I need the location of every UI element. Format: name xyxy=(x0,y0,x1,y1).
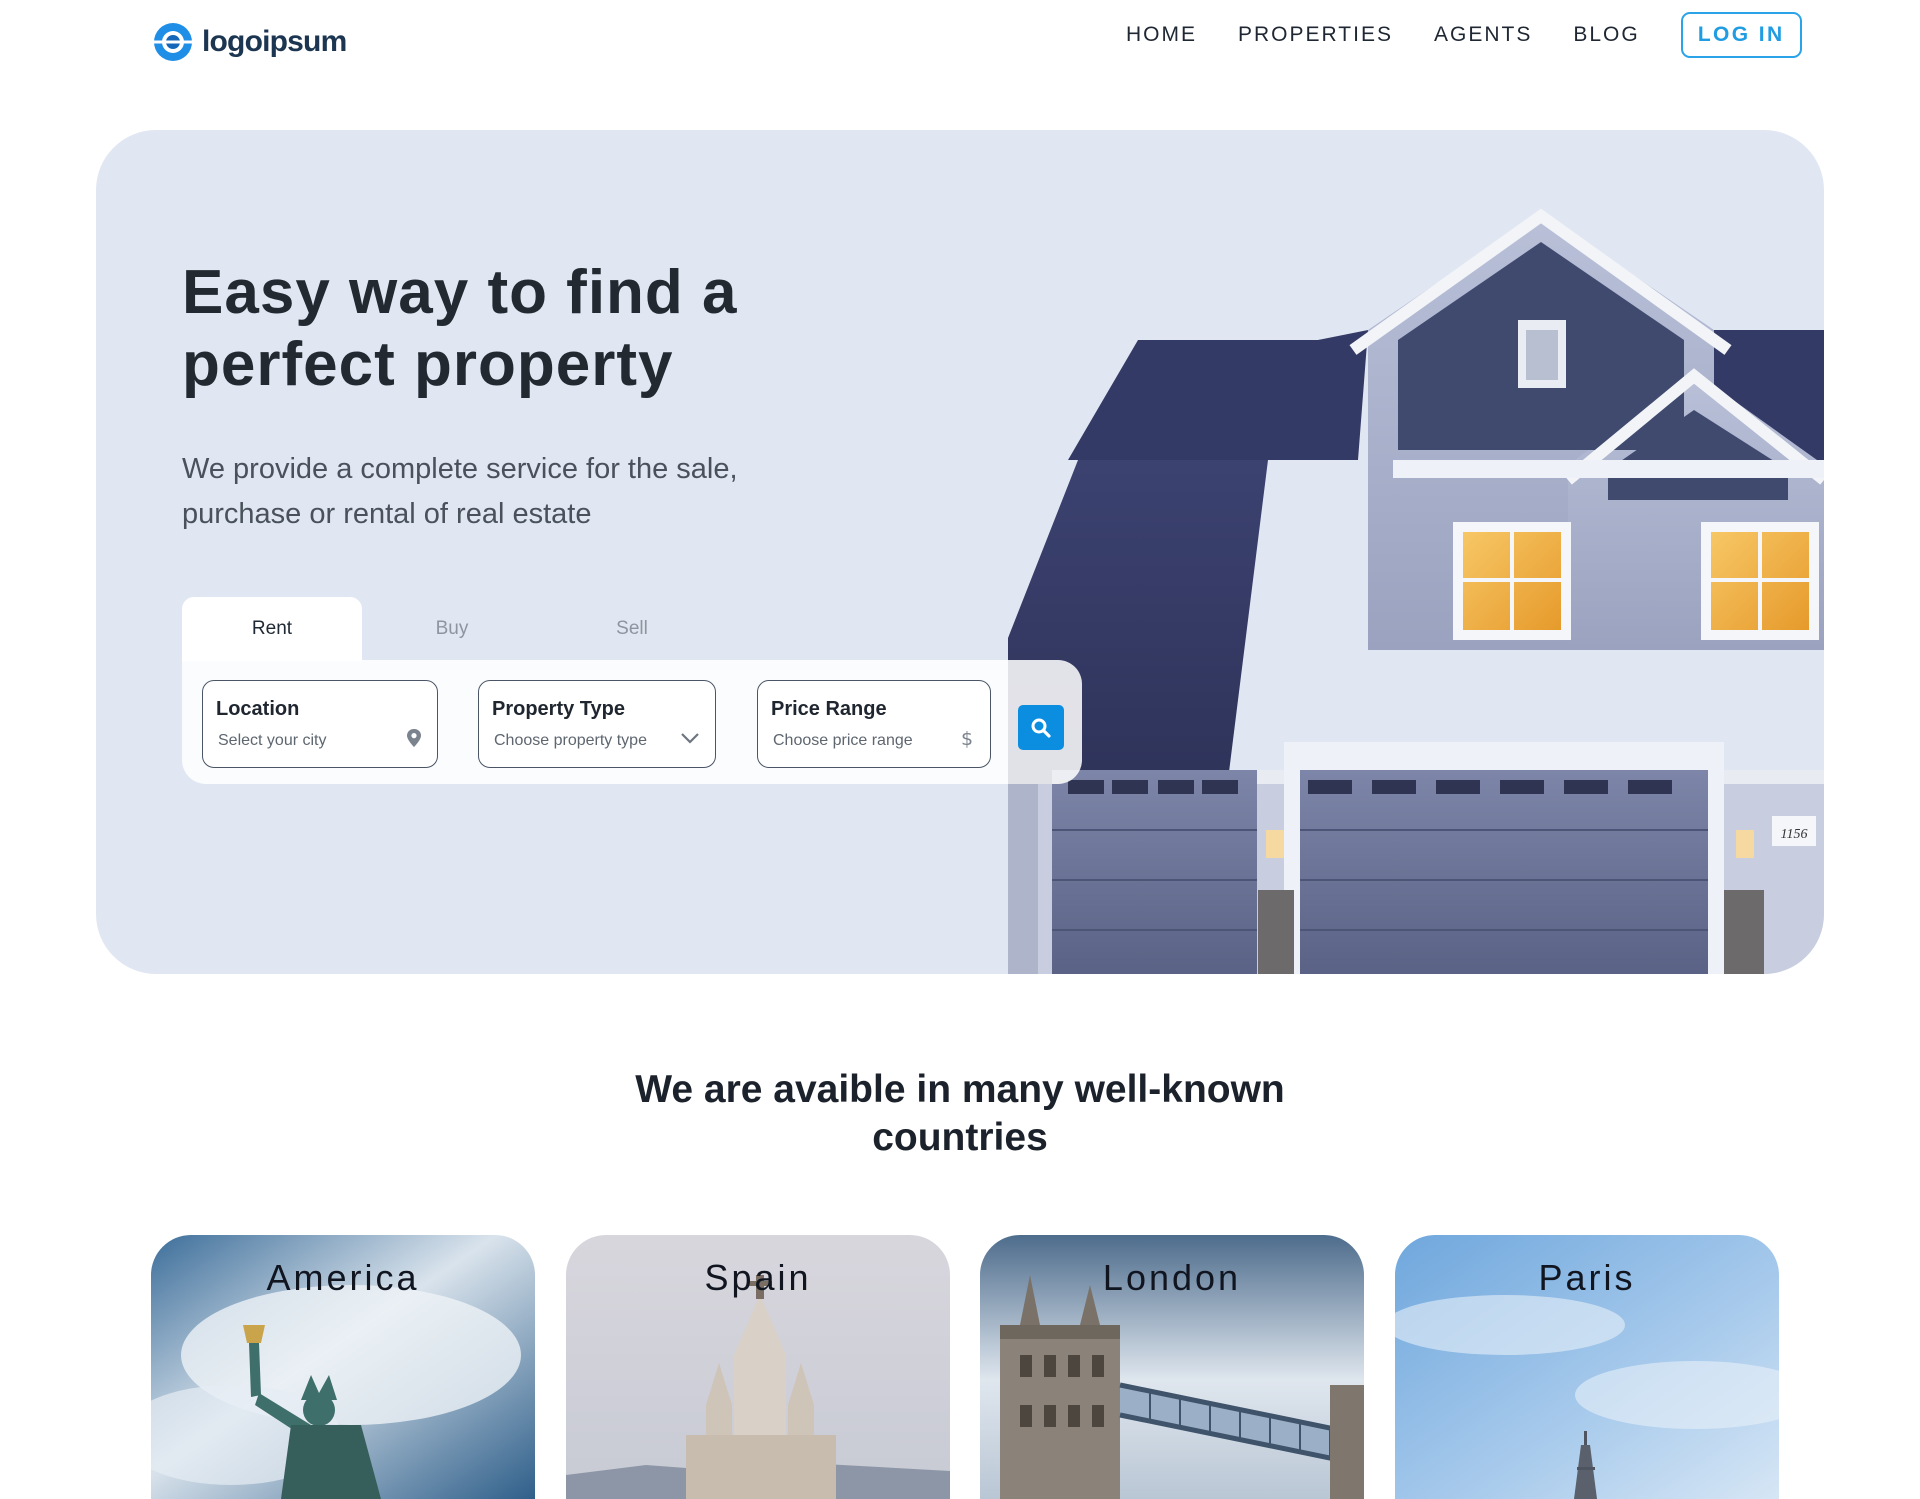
property-type-placeholder: Choose property type xyxy=(494,732,647,749)
search-icon xyxy=(1031,718,1051,738)
dollar-icon: $ xyxy=(961,728,973,749)
country-card-paris[interactable]: Paris xyxy=(1395,1235,1779,1499)
hero-title: Easy way to find a perfect property xyxy=(182,258,738,399)
country-name: London xyxy=(1102,1257,1242,1298)
nav-blog[interactable]: BLOG xyxy=(1573,12,1639,58)
property-type-label: Property Type xyxy=(492,698,625,720)
countries-title: We are avaible in many well-known countr… xyxy=(635,1068,1285,1159)
location-label: Location xyxy=(216,698,300,720)
nav-home[interactable]: HOME xyxy=(1126,12,1197,58)
price-range-placeholder: Choose price range xyxy=(773,732,913,749)
map-pin-icon xyxy=(407,729,421,747)
house-image: 1156 xyxy=(1008,208,1824,974)
search-panel: Location Select your city Property Type … xyxy=(182,660,1082,784)
svg-text:$: $ xyxy=(961,728,973,749)
nav-agents[interactable]: AGENTS xyxy=(1434,12,1532,58)
property-type-field[interactable]: Property Type Choose property type xyxy=(478,680,716,768)
location-field[interactable]: Location Select your city xyxy=(202,680,438,768)
tab-buy[interactable]: Buy xyxy=(362,597,542,661)
site-header: logoipsum HOME PROPERTIES AGENTS BLOG LO… xyxy=(0,0,1920,90)
country-card-london[interactable]: London xyxy=(980,1235,1364,1499)
tab-sell[interactable]: Sell xyxy=(542,597,722,661)
search-tabs: Rent Buy Sell xyxy=(182,597,722,661)
logo[interactable]: logoipsum xyxy=(152,21,347,63)
hero-subtitle: We provide a complete service for the sa… xyxy=(182,453,738,530)
country-card-america[interactable]: America xyxy=(151,1235,535,1499)
login-button[interactable]: LOG IN xyxy=(1680,12,1802,58)
nav-properties[interactable]: PROPERTIES xyxy=(1238,12,1393,58)
country-name: America xyxy=(266,1257,420,1298)
location-placeholder: Select your city xyxy=(218,732,327,749)
country-name: Paris xyxy=(1538,1257,1636,1298)
logo-text: logoipsum xyxy=(202,25,347,58)
price-range-label: Price Range xyxy=(771,698,887,720)
country-card-spain[interactable]: Spain xyxy=(566,1235,950,1499)
price-range-field[interactable]: Price Range Choose price range $ xyxy=(757,680,991,768)
country-name: Spain xyxy=(704,1257,812,1298)
tab-rent[interactable]: Rent xyxy=(182,597,362,661)
house-number: 1156 xyxy=(1781,827,1808,842)
main-nav: HOME PROPERTIES AGENTS BLOG LOG IN xyxy=(1126,12,1802,58)
hero-section: Easy way to find a perfect property We p… xyxy=(96,130,1824,974)
logo-icon xyxy=(154,23,192,61)
chevron-down-icon xyxy=(681,733,699,744)
search-button[interactable] xyxy=(1018,705,1064,750)
